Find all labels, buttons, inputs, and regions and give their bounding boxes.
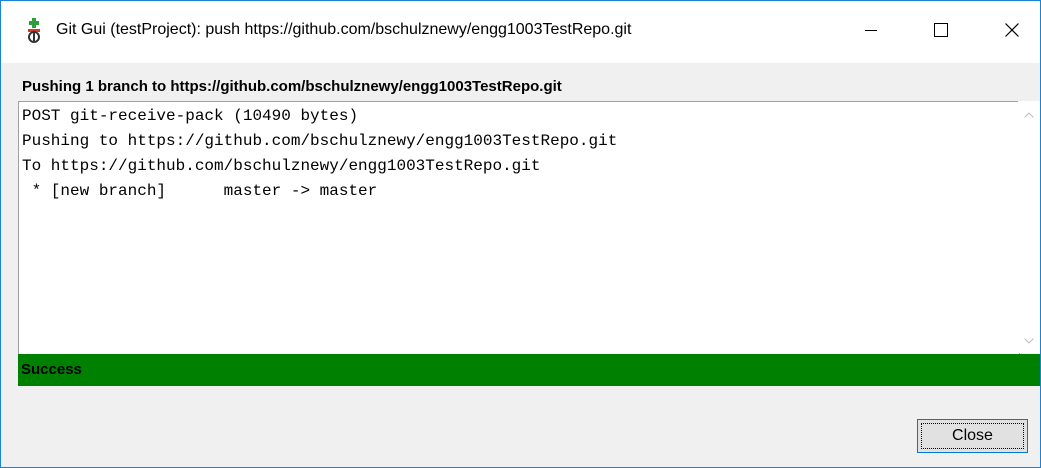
output-line: Pushing to https://github.com/bschulznew…: [22, 132, 618, 150]
close-icon: [1005, 22, 1019, 42]
minimize-icon: [865, 23, 877, 41]
push-heading: Pushing 1 branch to https://github.com/b…: [22, 78, 562, 95]
git-gui-icon: [25, 18, 43, 44]
vertical-scrollbar[interactable]: [1018, 101, 1040, 353]
status-bar: Success: [18, 354, 1040, 386]
git-gui-push-window: Git Gui (testProject): push https://gith…: [0, 0, 1041, 468]
scroll-down-icon[interactable]: [1023, 335, 1035, 347]
output-line: * [new branch] master -> master: [22, 182, 378, 200]
maximize-icon: [934, 22, 948, 42]
push-output-text[interactable]: POST git-receive-pack (10490 bytes) Push…: [18, 101, 1020, 355]
status-text: Success: [21, 361, 82, 378]
window-title: Git Gui (testProject): push https://gith…: [56, 21, 632, 38]
output-line: POST git-receive-pack (10490 bytes): [22, 107, 359, 125]
close-window-button[interactable]: [989, 1, 1035, 63]
scroll-up-icon[interactable]: [1023, 109, 1035, 121]
output-line: To https://github.com/bschulznewy/engg10…: [22, 157, 541, 175]
title-bar[interactable]: Git Gui (testProject): push https://gith…: [1, 1, 1040, 63]
close-button-label: Close: [921, 423, 1024, 449]
minimize-button[interactable]: [848, 1, 894, 63]
close-button[interactable]: Close: [917, 419, 1028, 453]
maximize-button[interactable]: [918, 1, 964, 63]
